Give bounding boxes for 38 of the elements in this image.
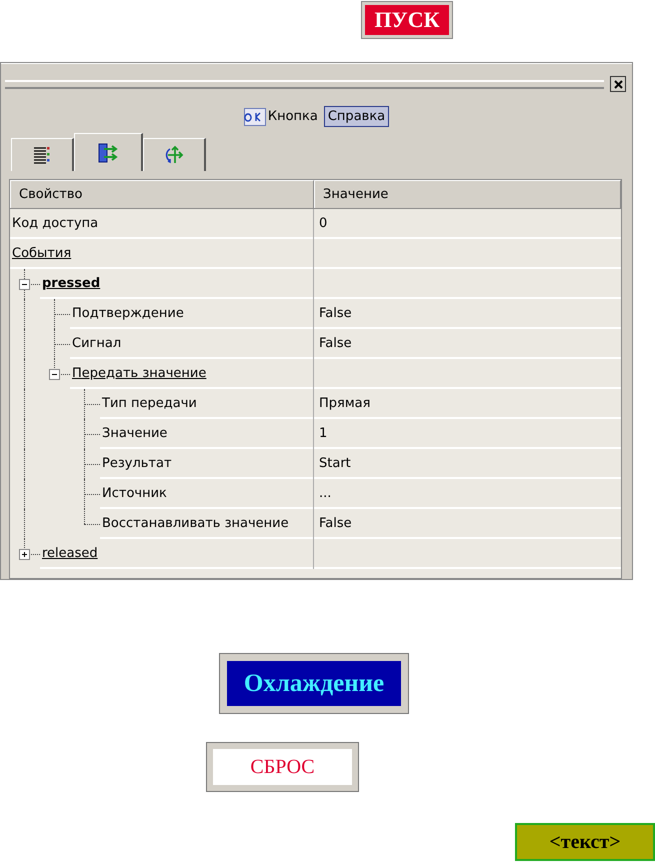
- property-name: Восстанавливать значение: [100, 509, 313, 539]
- help-button[interactable]: Справка: [324, 106, 390, 127]
- property-name[interactable]: События: [10, 239, 313, 269]
- property-name: Значение: [100, 419, 313, 449]
- property-value[interactable]: ...: [314, 479, 621, 509]
- tab[interactable]: [143, 138, 206, 171]
- property-value[interactable]: False: [314, 509, 621, 539]
- column-header[interactable]: Значение: [314, 180, 621, 208]
- ok-button-icon: [244, 108, 266, 126]
- property-value[interactable]: Start: [314, 449, 621, 479]
- property-name: Сигнал: [70, 329, 313, 359]
- element-type-label: Кнопка: [268, 109, 318, 124]
- cooling-button[interactable]: Охлаждение: [220, 654, 408, 713]
- property-name: Тип передачи: [100, 389, 313, 419]
- text-button[interactable]: <текст>: [515, 823, 655, 861]
- property-value[interactable]: False: [314, 299, 621, 329]
- close-icon: [612, 78, 624, 90]
- property-name: Источник: [100, 479, 313, 509]
- expander-icon[interactable]: [49, 369, 60, 380]
- property-name[interactable]: pressed: [40, 269, 313, 299]
- event-arrows-icon: [96, 142, 120, 164]
- tab[interactable]: [11, 138, 74, 171]
- property-name[interactable]: released: [40, 539, 313, 569]
- property-name: Код доступа: [10, 209, 313, 239]
- expander-icon[interactable]: [19, 549, 30, 560]
- close-button[interactable]: [610, 76, 626, 92]
- property-value[interactable]: 0: [314, 209, 621, 239]
- expander-icon[interactable]: [19, 279, 30, 290]
- property-value[interactable]: 1: [314, 419, 621, 449]
- property-name: Подтверждение: [70, 299, 313, 329]
- start-button[interactable]: ПУСК: [362, 2, 452, 38]
- column-header[interactable]: Свойство: [10, 180, 314, 208]
- property-value[interactable]: False: [314, 329, 621, 359]
- property-value[interactable]: Прямая: [314, 389, 621, 419]
- grip-bar[interactable]: [5, 80, 604, 88]
- tab[interactable]: [74, 133, 143, 171]
- reset-button[interactable]: СБРОС: [207, 743, 358, 791]
- property-name: Результат: [100, 449, 313, 479]
